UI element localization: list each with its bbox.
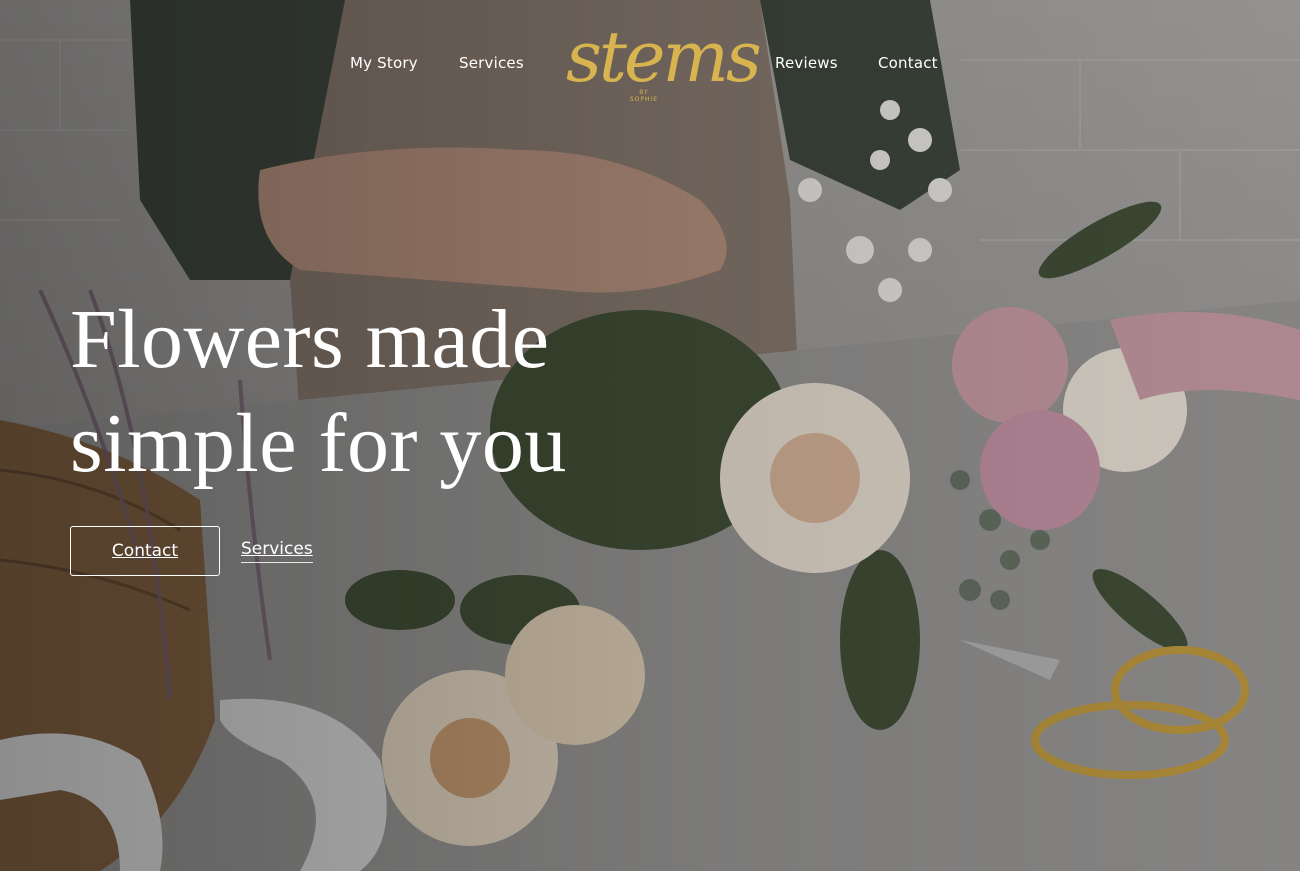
top-navigation: My Story Services stems BY SOPHIE Review… bbox=[0, 0, 1300, 120]
services-link[interactable]: Services bbox=[241, 539, 313, 563]
logo-subtitle: BY SOPHIE bbox=[629, 89, 659, 103]
nav-reviews-link[interactable]: Reviews bbox=[775, 54, 838, 72]
stems-logo[interactable]: stems BY SOPHIE bbox=[566, 16, 762, 110]
hero-headline: Flowers made simple for you bbox=[70, 293, 567, 490]
nav-contact-link[interactable]: Contact bbox=[878, 54, 938, 72]
contact-button[interactable]: Contact bbox=[70, 526, 220, 576]
nav-services-link[interactable]: Services bbox=[459, 54, 524, 72]
nav-my-story-link[interactable]: My Story bbox=[350, 54, 418, 72]
